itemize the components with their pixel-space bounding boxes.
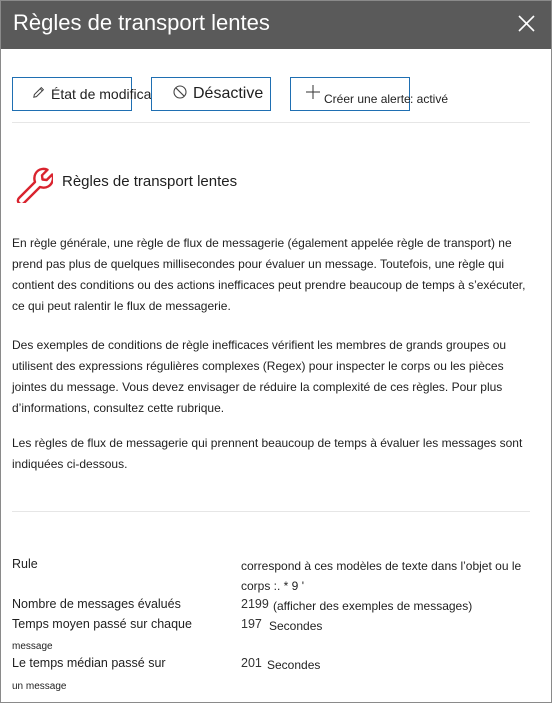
rule-value: correspond à ces modèles de texte dans l… bbox=[241, 559, 522, 593]
wrench-icon bbox=[16, 167, 53, 203]
average-time-label-small: message bbox=[12, 641, 53, 652]
panel-title: Règles de transport lentes bbox=[13, 10, 270, 35]
median-time-unit: Secondes bbox=[267, 658, 321, 672]
average-time-value: 197 bbox=[241, 617, 262, 631]
create-alert-label: Créer une alerte bbox=[324, 92, 411, 106]
edit-state-button[interactable]: État de modification bbox=[12, 77, 174, 111]
disable-label: Désactive bbox=[193, 85, 264, 102]
panel-header: Règles de transport lentes bbox=[1, 1, 551, 49]
section-heading: Règles de transport lentes bbox=[62, 173, 238, 190]
messages-evaluated-label: Nombre de messages évalués bbox=[12, 597, 181, 611]
median-time-label-small: un message bbox=[12, 681, 67, 692]
median-time-value: 201 bbox=[241, 656, 262, 670]
details-divider bbox=[12, 511, 530, 512]
close-icon[interactable] bbox=[513, 11, 539, 37]
description-paragraph-2: Des exemples de conditions de règle inef… bbox=[12, 338, 507, 415]
messages-evaluated-count: 2199 bbox=[241, 597, 269, 611]
plus-icon bbox=[306, 85, 320, 99]
alert-status-text: : activé bbox=[410, 92, 449, 106]
slow-transport-rules-panel: Règles de transport lentes État de modif… bbox=[0, 0, 552, 703]
create-alert-button[interactable]: Créer une alerte bbox=[290, 77, 411, 111]
average-time-unit: Secondes bbox=[269, 619, 323, 633]
pencil-icon bbox=[33, 86, 45, 98]
average-time-label: Temps moyen passé sur chaque bbox=[12, 617, 192, 631]
blocked-circle-icon bbox=[173, 85, 187, 99]
toolbar-divider bbox=[12, 122, 530, 123]
disable-button[interactable]: Désactive bbox=[151, 77, 271, 111]
description-paragraph-3: Les règles de flux de messagerie qui pre… bbox=[12, 436, 523, 471]
rule-label: Rule bbox=[12, 557, 38, 571]
description-paragraph-1: En règle générale, une règle de flux de … bbox=[12, 236, 526, 313]
view-sample-messages-link[interactable]: (afficher des exemples de messages) bbox=[273, 599, 472, 613]
median-time-label: Le temps médian passé sur bbox=[12, 656, 166, 670]
